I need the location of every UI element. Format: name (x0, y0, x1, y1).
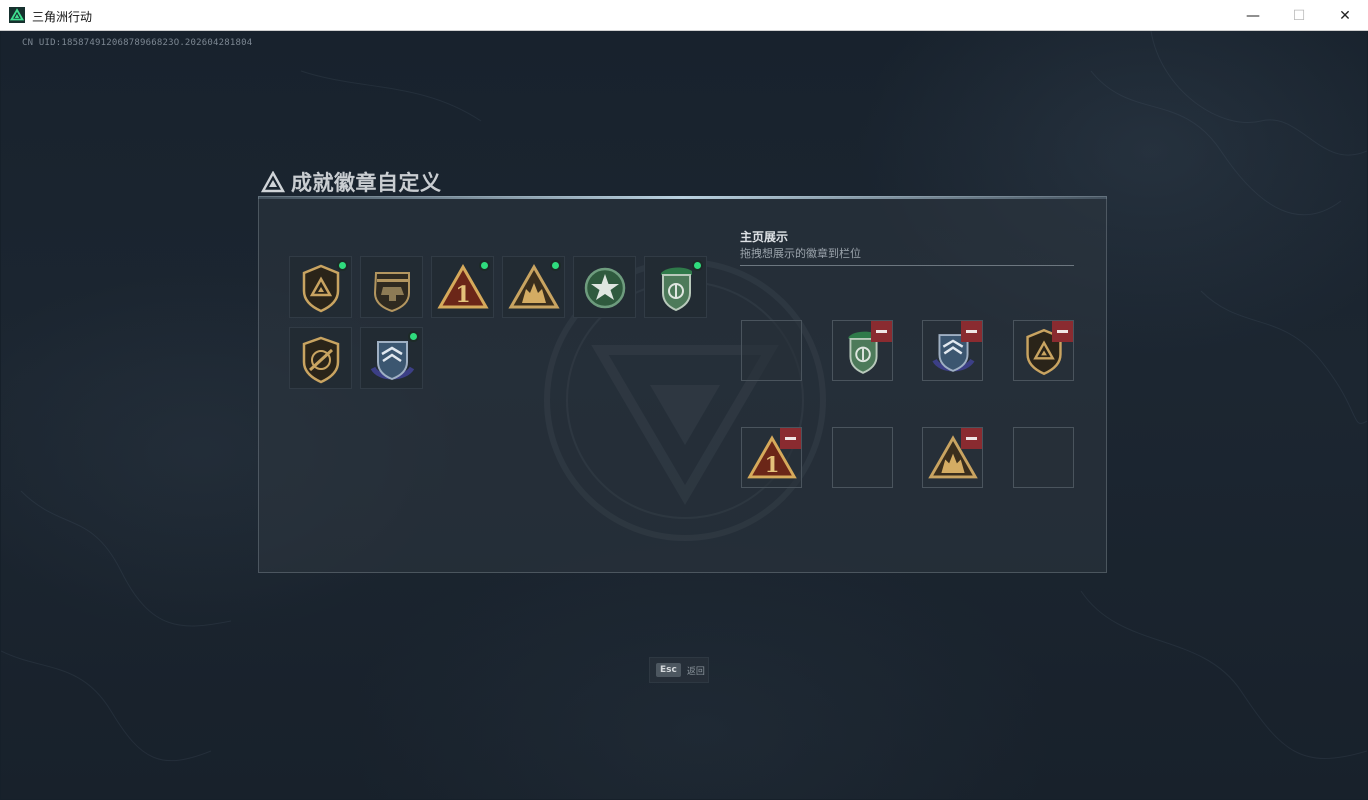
minimize-icon: — (1246, 7, 1260, 24)
helicopter-badge-icon (373, 272, 410, 313)
close-button[interactable]: ✕ (1322, 0, 1368, 31)
showcase-slot-5[interactable]: 1 (741, 427, 802, 488)
green-star-medal-icon (584, 267, 626, 309)
back-label: 返回 (686, 666, 705, 677)
minus-icon (1057, 330, 1068, 333)
new-badge-dot (408, 331, 419, 342)
showcase-subtitle: 拖拽想展示的徽章到栏位 (740, 247, 861, 260)
player-uid: CN UID:18587491206878966823O.20260428180… (22, 38, 253, 48)
showcase-slot-3[interactable] (922, 320, 983, 381)
minus-icon (966, 437, 977, 440)
showcase-slot-6[interactable] (832, 427, 893, 488)
new-badge-dot (337, 260, 348, 271)
minimize-button[interactable]: — (1230, 0, 1276, 31)
badge-item-1[interactable] (289, 256, 352, 318)
new-badge-dot (692, 260, 703, 271)
remove-badge-button[interactable] (961, 321, 982, 342)
back-button[interactable]: Esc 返回 (649, 657, 709, 683)
remove-badge-button[interactable] (1052, 321, 1073, 342)
badge-item-2[interactable] (360, 256, 423, 318)
showcase-slot-7[interactable] (922, 427, 983, 488)
minus-icon (966, 330, 977, 333)
badge-item-7[interactable] (289, 327, 352, 389)
maximize-button[interactable]: ☐ (1276, 0, 1322, 31)
close-icon: ✕ (1339, 7, 1351, 24)
rifle-shield-icon (302, 336, 340, 384)
showcase-slot-2[interactable] (832, 320, 893, 381)
remove-badge-button[interactable] (871, 321, 892, 342)
showcase-slot-4[interactable] (1013, 320, 1074, 381)
svg-text:1: 1 (455, 282, 470, 308)
badge-item-3[interactable]: 1 (431, 256, 494, 318)
remove-badge-button[interactable] (961, 428, 982, 449)
showcase-title: 主页展示 (740, 230, 789, 244)
panel-title-text: 成就徽章自定义 (291, 171, 442, 195)
badge-item-8[interactable] (360, 327, 423, 389)
badge-item-6[interactable] (644, 256, 707, 318)
new-badge-dot (479, 260, 490, 271)
new-badge-dot (550, 260, 561, 271)
badge-item-5[interactable] (573, 256, 636, 318)
app-logo-icon (9, 7, 25, 23)
showcase-slot-8[interactable] (1013, 427, 1074, 488)
delta-triangle-icon (261, 171, 285, 193)
maximize-icon: ☐ (1292, 7, 1306, 24)
remove-badge-button[interactable] (780, 428, 801, 449)
window-title: 三角洲行动 (32, 10, 93, 24)
panel-title: 成就徽章自定义 (261, 167, 442, 197)
minus-icon (876, 330, 887, 333)
esc-key-icon: Esc (656, 663, 681, 677)
minus-icon (785, 437, 796, 440)
panel-top-highlight (258, 196, 1107, 199)
badge-item-4[interactable] (502, 256, 565, 318)
svg-text:1: 1 (765, 453, 780, 478)
showcase-slot-1[interactable] (741, 320, 802, 381)
showcase-divider (740, 265, 1074, 266)
window-titlebar: 三角洲行动 — ☐ ✕ (0, 0, 1368, 31)
